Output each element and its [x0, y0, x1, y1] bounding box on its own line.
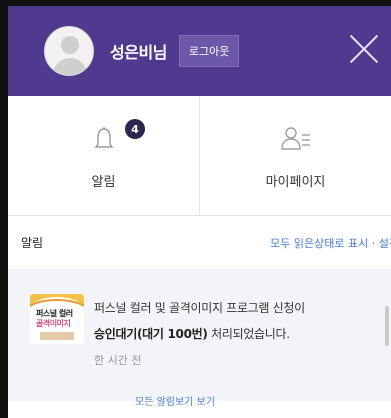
panel-header: 성은비님 로그아웃: [8, 6, 391, 96]
close-icon[interactable]: [343, 28, 385, 70]
notification-panel: 성은비님 로그아웃 4 알림 마이페이지 알림 모두 읽은상태로 표시 · 설 …: [8, 6, 391, 418]
notification-status-rest: 처리되었습니다.: [207, 326, 290, 341]
bell-icon: [94, 121, 114, 157]
mark-all-read-link[interactable]: 모두 읽은상태로 표시: [270, 237, 368, 250]
notification-count-badge: 4: [125, 119, 145, 139]
scrollbar[interactable]: [385, 306, 389, 346]
notification-status: 승인대기(대기 100번) 처리되었습니다.: [94, 325, 371, 342]
alerts-title: 알림: [21, 236, 44, 250]
notification-item[interactable]: 퍼스널 컬러 골격이미지 퍼스널 컬러 및 골격이미지 프로그램 신청이 승인대…: [8, 269, 391, 401]
thumb-text-2: 골격이미지: [36, 319, 71, 328]
alerts-header: 알림 모두 읽은상태로 표시 · 설정: [8, 216, 391, 269]
separator: ·: [371, 236, 376, 250]
logout-button[interactable]: 로그아웃: [178, 35, 240, 67]
settings-link[interactable]: 설정: [379, 237, 391, 250]
notification-status-bold: 승인대기(대기 100번): [94, 326, 208, 341]
avatar-head-shape: [61, 36, 79, 54]
tab-notifications-label: 알림: [91, 175, 116, 190]
user-list-icon: [280, 121, 311, 157]
screen: 성은비님 로그아웃 4 알림 마이페이지 알림 모두 읽은상태로 표시 · 설 …: [0, 0, 391, 418]
tab-mypage-label: 마이페이지: [265, 175, 326, 190]
notification-body: 퍼스널 컬러 및 골격이미지 프로그램 신청이 승인대기(대기 100번) 처리…: [94, 300, 371, 368]
tab-mypage[interactable]: 마이페이지: [199, 96, 391, 215]
avatar-body-shape: [53, 58, 87, 75]
panel-tabs: 4 알림 마이페이지: [8, 96, 391, 216]
tab-notifications[interactable]: 4 알림: [8, 96, 199, 215]
alerts-actions: 모두 읽은상태로 표시 · 설정: [270, 235, 391, 251]
avatar[interactable]: [44, 26, 94, 76]
personal-color-thumbnail-icon: 퍼스널 컬러 골격이미지: [30, 294, 84, 344]
view-all-notifications-link[interactable]: 모든 알림보기 보기: [135, 393, 215, 408]
username: 성은비님: [110, 43, 167, 62]
notification-message: 퍼스널 컬러 및 골격이미지 프로그램 신청이: [94, 301, 305, 315]
notification-time: 한 시간 전: [94, 353, 142, 367]
